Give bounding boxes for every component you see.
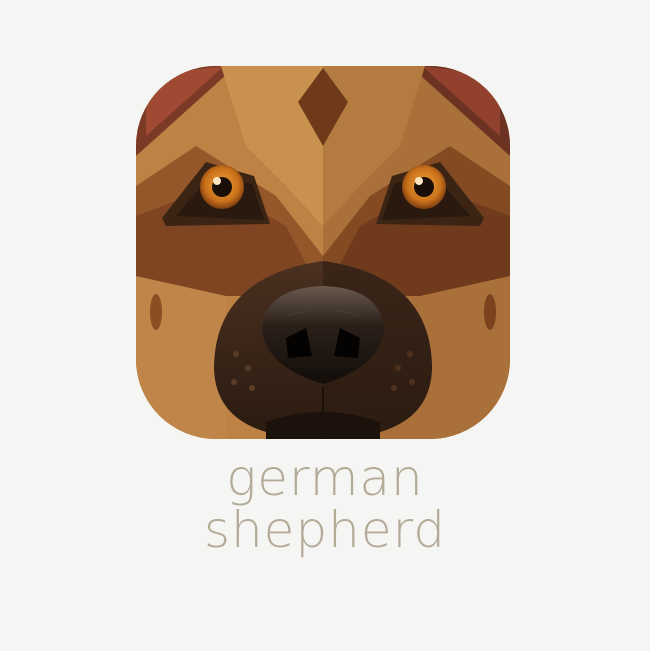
caption-line-2: shepherd	[203, 501, 447, 559]
caption-line-1: german	[226, 449, 424, 507]
logo-caption: german shepherd	[0, 452, 650, 556]
german-shepherd-face-icon	[136, 66, 510, 439]
page: german shepherd	[0, 0, 650, 651]
